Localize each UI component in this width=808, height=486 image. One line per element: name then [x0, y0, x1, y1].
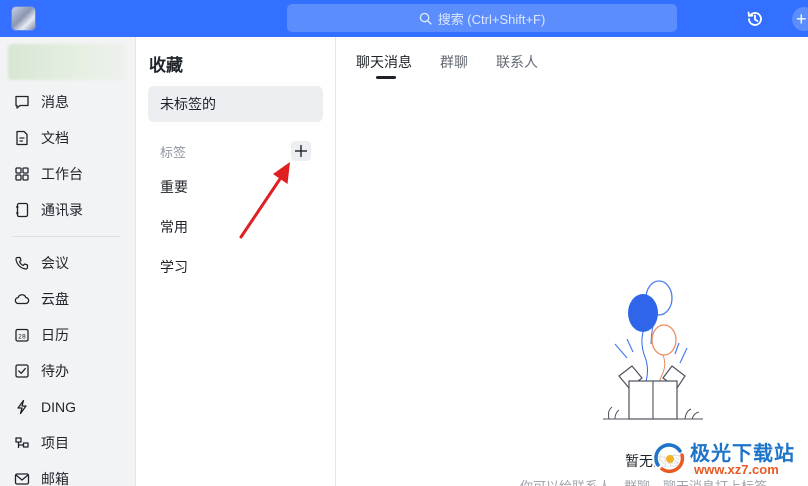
sidebar-item-label: 消息 — [41, 94, 69, 110]
sidebar-item-ding[interactable]: DING — [14, 393, 124, 421]
plus-icon: + — [796, 9, 807, 29]
tab-groups[interactable]: 群聊 — [440, 52, 468, 72]
plus-icon — [295, 145, 307, 157]
sidebar-item-label: DING — [41, 399, 76, 415]
user-avatar[interactable] — [11, 6, 36, 31]
tab-contacts[interactable]: 联系人 — [496, 52, 538, 72]
sidebar-item-label: 会议 — [41, 255, 69, 271]
cloud-icon — [14, 291, 30, 307]
sidebar: 消息 文档 工作台 通讯录 会议 云盘 28 日历 待办 DING 项目 邮箱 — [0, 37, 136, 486]
main-content: 聊天消息 群聊 联系人 — [337, 37, 808, 486]
sidebar-item-contacts[interactable]: 通讯录 — [14, 196, 124, 224]
sidebar-item-project[interactable]: 项目 — [14, 429, 124, 457]
sidebar-item-label: 工作台 — [41, 166, 83, 182]
search-icon — [419, 12, 432, 25]
sidebar-item-meeting[interactable]: 会议 — [14, 249, 124, 277]
document-icon — [14, 130, 30, 146]
tags-header: 标签 — [160, 145, 187, 160]
empty-state-illustration — [603, 280, 703, 420]
sidebar-item-todo[interactable]: 待办 — [14, 357, 124, 385]
mail-icon — [14, 471, 30, 486]
sidebar-item-cloud[interactable]: 云盘 — [14, 285, 124, 313]
sidebar-item-label: 项目 — [41, 435, 69, 451]
sidebar-item-documents[interactable]: 文档 — [14, 124, 124, 152]
sidebar-item-label: 待办 — [41, 363, 69, 379]
sidebar-item-mail[interactable]: 邮箱 — [14, 465, 124, 486]
sidebar-item-workbench[interactable]: 工作台 — [14, 160, 124, 188]
project-icon — [14, 435, 30, 451]
sidebar-item-label: 日历 — [41, 327, 69, 343]
annotation-arrow — [239, 162, 290, 239]
sidebar-divider — [12, 236, 120, 237]
workbench-icon — [14, 166, 30, 182]
tag-item[interactable]: 常用 — [160, 217, 188, 237]
history-button[interactable] — [744, 8, 766, 30]
tag-item[interactable]: 学习 — [160, 257, 188, 277]
tag-item[interactable]: 重要 — [160, 177, 188, 197]
watermark-url: www.xz7.com — [694, 462, 779, 477]
top-bar: 搜索 (Ctrl+Shift+F) + — [0, 0, 808, 37]
sidebar-item-label: 文档 — [41, 130, 69, 146]
active-tab-indicator — [376, 76, 396, 79]
sidebar-item-messages[interactable]: 消息 — [14, 88, 124, 116]
favorites-panel: 收藏 未标签的 标签 重要 常用 学习 — [136, 37, 336, 486]
ding-icon — [14, 399, 30, 415]
profile-card[interactable] — [8, 44, 126, 80]
calendar-day: 28 — [18, 334, 26, 341]
page-title: 收藏 — [149, 56, 183, 75]
sidebar-item-calendar[interactable]: 28 日历 — [14, 321, 124, 349]
tab-chat-messages[interactable]: 聊天消息 — [356, 52, 412, 72]
sidebar-item-label: 通讯录 — [41, 202, 83, 218]
calendar-icon: 28 — [14, 327, 30, 343]
meeting-icon — [14, 255, 30, 271]
search-placeholder: 搜索 (Ctrl+Shift+F) — [437, 11, 546, 27]
todo-icon — [14, 363, 30, 379]
sidebar-item-label: 邮箱 — [41, 471, 69, 486]
contacts-icon — [14, 202, 30, 218]
message-icon — [14, 94, 30, 110]
history-icon — [747, 11, 762, 26]
create-button[interactable]: + — [792, 7, 808, 31]
untagged-item[interactable]: 未标签的 — [148, 86, 323, 122]
search-input[interactable]: 搜索 (Ctrl+Shift+F) — [287, 4, 677, 32]
sidebar-item-label: 云盘 — [41, 291, 69, 307]
